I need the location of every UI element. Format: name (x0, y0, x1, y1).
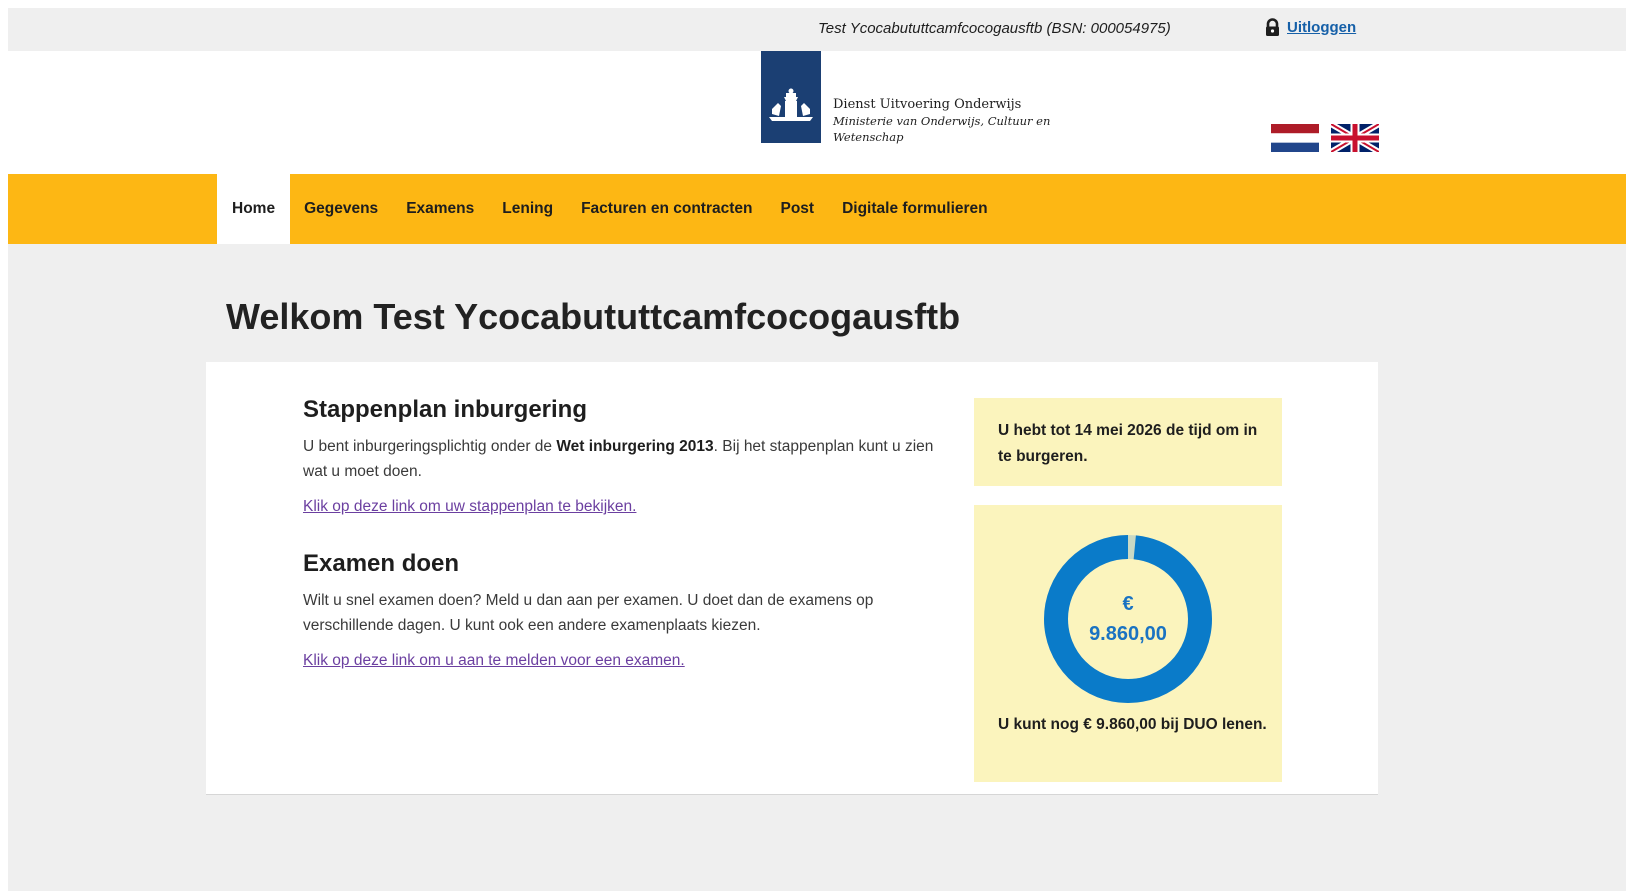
dashboard-card: Stappenplan inburgering U bent inburgeri… (206, 362, 1378, 795)
stappenplan-section: Stappenplan inburgering U bent inburgeri… (303, 396, 943, 516)
logout-link[interactable]: Uitloggen (1287, 19, 1356, 36)
loan-amount-value: 9.860,00 (1089, 623, 1167, 645)
english-flag-icon[interactable] (1329, 121, 1381, 155)
nav-item-gegevens[interactable]: Gegevens (290, 174, 392, 244)
main-navigation: Home Gegevens Examens Lening Facturen en… (8, 174, 1626, 244)
ministry-line-1: Ministerie van Onderwijs, Cultuur en (833, 114, 1051, 128)
nav-item-examens[interactable]: Examens (392, 174, 488, 244)
examen-link[interactable]: Klik op deze link om u aan te melden voo… (303, 652, 943, 670)
stappenplan-text: U bent inburgeringsplichtig onder de Wet… (303, 434, 943, 484)
page-title: Welkom Test Ycocabututtcamfcocogausftb (226, 296, 961, 337)
nav-item-home[interactable]: Home (217, 174, 291, 244)
lock-icon (1263, 18, 1282, 37)
user-info: Test Ycocabututtcamfcocogausftb (BSN: 00… (818, 20, 1171, 37)
loan-box: € 9.860,00 U kunt nog € 9.860,00 bij DUO… (974, 505, 1282, 782)
deadline-box: U hebt tot 14 mei 2026 de tijd om in te … (974, 398, 1282, 486)
examen-title: Examen doen (303, 550, 460, 577)
organisation-name: Dienst Uitvoering Onderwijs Ministerie v… (833, 96, 1050, 145)
org-name: Dienst Uitvoering Onderwijs (833, 97, 1022, 112)
logout[interactable]: Uitloggen (1263, 18, 1356, 37)
examen-section: Examen doen Wilt u snel examen doen? Mel… (303, 550, 943, 670)
page: Test Ycocabututtcamfcocogausftb (BSN: 00… (8, 8, 1626, 891)
nav-item-digitale-formulieren[interactable]: Digitale formulieren (828, 174, 1002, 244)
stappenplan-title: Stappenplan inburgering (303, 396, 588, 423)
top-bar: Test Ycocabututtcamfcocogausftb (BSN: 00… (8, 8, 1626, 51)
nav-item-lening[interactable]: Lening (488, 174, 567, 244)
stappenplan-text-intro: U bent inburgeringsplichtig onder de (303, 438, 557, 455)
dutch-flag-icon[interactable] (1271, 124, 1319, 152)
deadline-text: U hebt tot 14 mei 2026 de tijd om in te … (998, 422, 1258, 465)
site-header: Dienst Uitvoering Onderwijs Ministerie v… (8, 51, 1626, 174)
loan-text: U kunt nog € 9.860,00 bij DUO lenen. (998, 716, 1267, 733)
examen-text: Wilt u snel examen doen? Meld u dan aan … (303, 592, 874, 634)
currency-symbol: € (1122, 593, 1134, 615)
nav-item-post[interactable]: Post (766, 174, 828, 244)
nav-item-facturen[interactable]: Facturen en contracten (567, 174, 766, 244)
law-name: Wet inburgering 2013 (556, 438, 714, 455)
ministry-line-2: Wetenschap (833, 130, 904, 144)
stappenplan-link[interactable]: Klik op deze link om uw stappenplan te b… (303, 498, 943, 516)
loan-amount: € 9.860,00 (1018, 589, 1238, 649)
rijksoverheid-logo[interactable] (761, 51, 821, 143)
